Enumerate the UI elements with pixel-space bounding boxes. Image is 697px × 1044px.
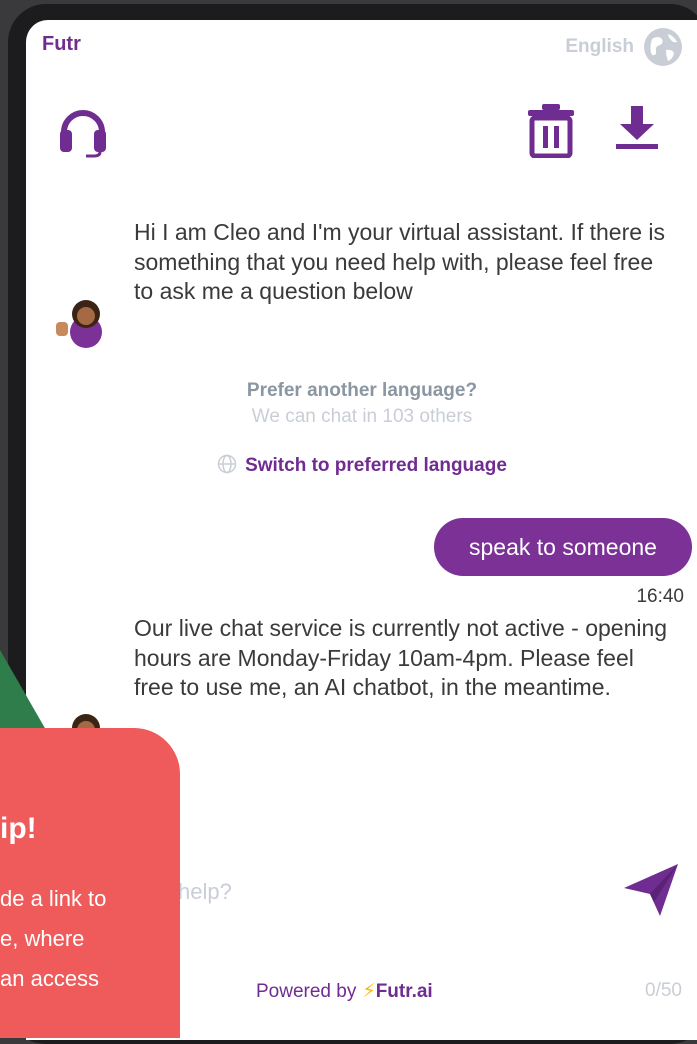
powered-by[interactable]: Powered by ⚡Futr.ai xyxy=(256,980,433,1003)
globe-icon xyxy=(217,454,237,474)
tip-text-line: e, where xyxy=(0,926,85,951)
language-selector[interactable]: English xyxy=(565,26,684,68)
character-counter: 0/50 xyxy=(645,980,682,1001)
user-message-bubble: speak to someone xyxy=(434,518,692,576)
globe-icon xyxy=(644,28,682,66)
assistant-message: Our live chat service is currently not a… xyxy=(134,615,668,700)
switch-language-label: Switch to preferred language xyxy=(245,455,507,476)
powered-brand: Futr.ai xyxy=(375,981,433,1002)
tip-text-line: de a link to xyxy=(0,886,107,911)
tip-text-line: an access xyxy=(0,966,100,991)
assistant-avatar xyxy=(52,292,112,352)
assistant-message: Hi I am Cleo and I'm your virtual assist… xyxy=(134,219,666,304)
message-input[interactable] xyxy=(176,868,600,916)
language-subtitle: We can chat in 103 others xyxy=(251,406,473,427)
switch-language-link[interactable]: Switch to preferred language xyxy=(26,454,697,477)
brand-logo: Futr xyxy=(42,33,81,55)
user-message-text: speak to someone xyxy=(469,533,657,560)
headset-icon[interactable] xyxy=(56,102,110,158)
language-prompt: Prefer another language? We can chat in … xyxy=(26,380,697,428)
trash-icon[interactable] xyxy=(526,102,576,158)
language-question: Prefer another language? xyxy=(246,380,478,401)
message-timestamp: 16:40 xyxy=(636,586,684,607)
download-icon[interactable] xyxy=(614,104,660,150)
powered-prefix: Powered by xyxy=(256,981,357,1002)
send-icon[interactable] xyxy=(620,858,682,920)
language-label: English xyxy=(565,36,634,57)
tip-title: ip! xyxy=(0,812,37,845)
bolt-icon: ⚡ xyxy=(362,981,376,1002)
